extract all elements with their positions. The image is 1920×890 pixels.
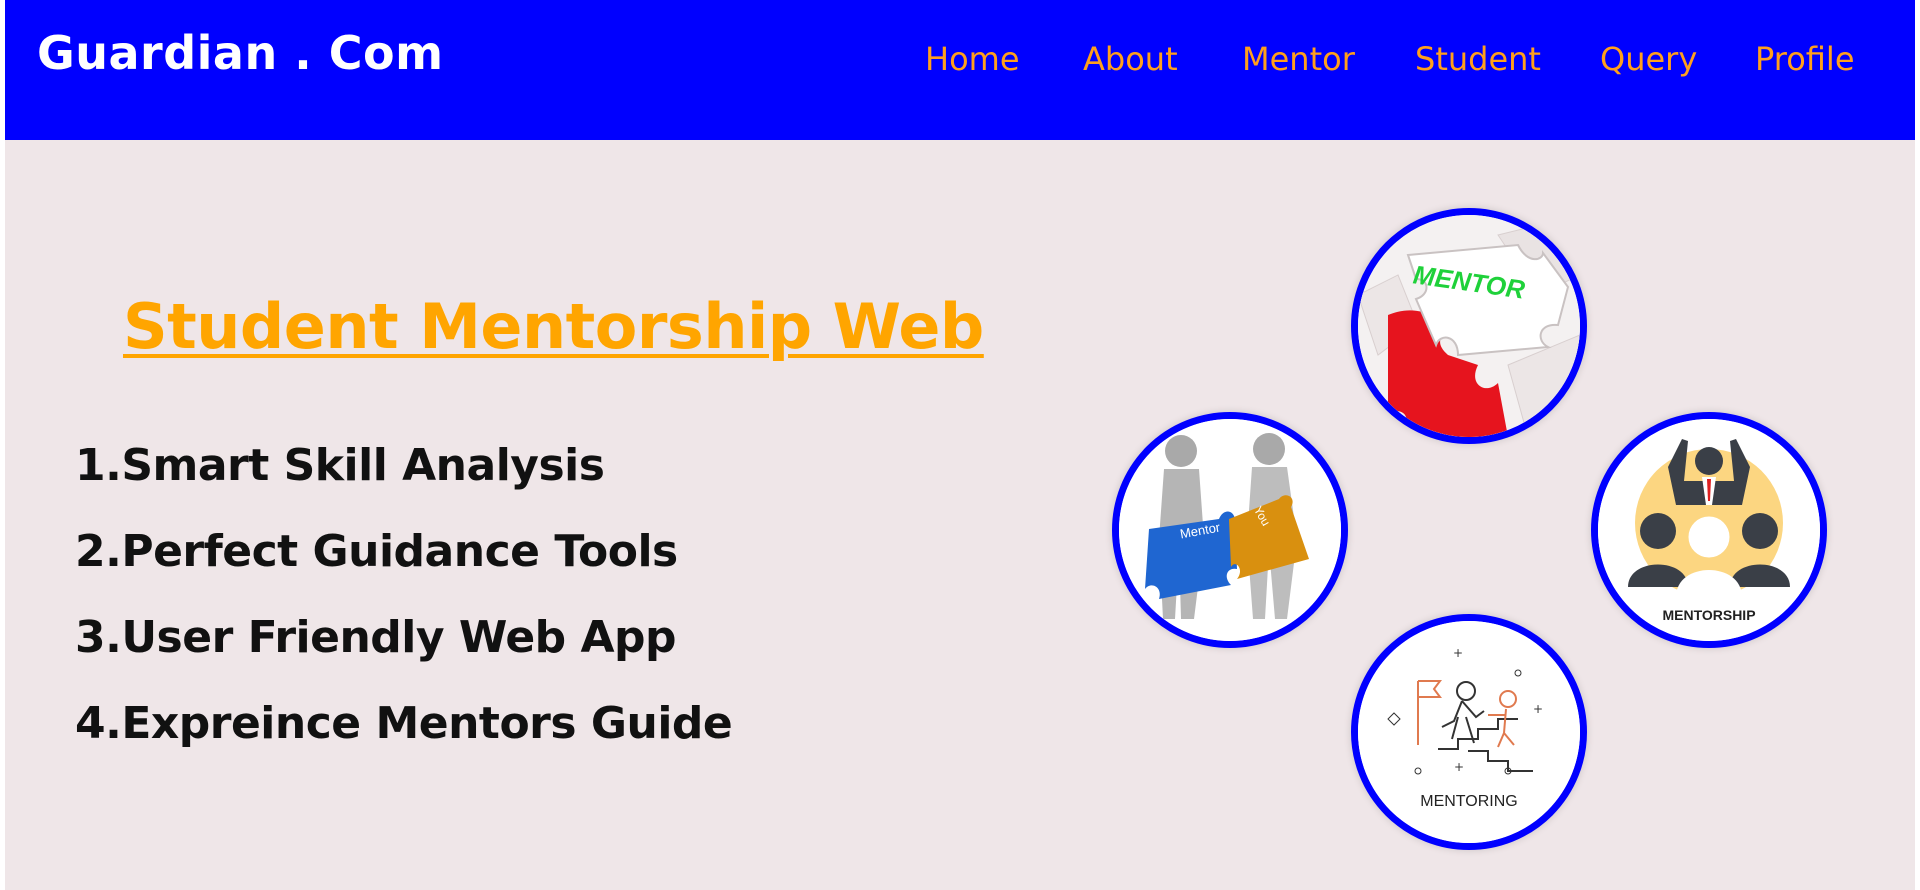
puzzle-mentor-icon	[1358, 215, 1580, 437]
feature-item: 4.Expreince Mentors Guide	[75, 698, 733, 749]
svg-text:+: +	[1533, 702, 1543, 716]
nav-student[interactable]: Student	[1415, 40, 1541, 78]
nav-profile[interactable]: Profile	[1755, 40, 1855, 78]
feature-item: 1.Smart Skill Analysis	[75, 440, 605, 491]
nav-mentor[interactable]: Mentor	[1242, 40, 1355, 78]
feature-item: 3.User Friendly Web App	[75, 612, 677, 663]
navbar: Guardian . Com Home About Mentor Student…	[5, 0, 1915, 140]
page: Guardian . Com Home About Mentor Student…	[5, 0, 1915, 890]
mentoring-label: MENTORING	[1420, 793, 1518, 810]
brand-logo[interactable]: Guardian . Com	[37, 26, 444, 80]
nav-query[interactable]: Query	[1600, 40, 1697, 78]
svg-text:+: +	[1454, 760, 1464, 774]
hero-title: Student Mentorship Web	[123, 290, 984, 363]
mentoring-image: + + + MENTORING	[1351, 614, 1587, 850]
feature-item: 2.Perfect Guidance Tools	[75, 526, 678, 577]
mentorship-label: MENTORSHIP	[1662, 607, 1756, 623]
nav-home[interactable]: Home	[925, 40, 1020, 78]
mentor-puzzle-image: MENTOR	[1351, 208, 1587, 444]
svg-text:+: +	[1453, 646, 1463, 660]
mentor-you-image: Mentor You	[1112, 412, 1348, 648]
mentorship-image: MENTORSHIP	[1591, 412, 1827, 648]
nav-about[interactable]: About	[1083, 40, 1178, 78]
